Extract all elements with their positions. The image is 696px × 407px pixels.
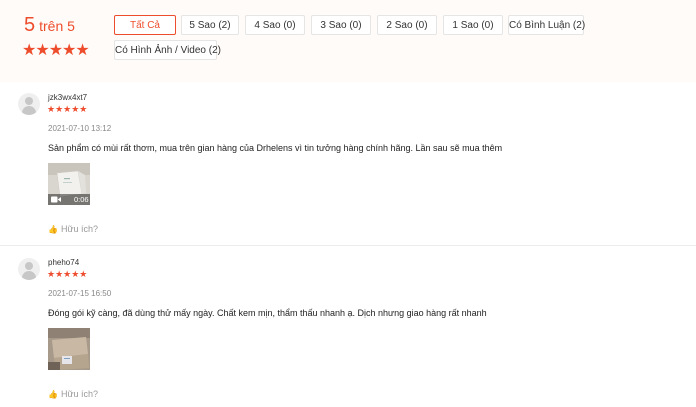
filter-2-stars[interactable]: 2 Sao (0) [377,15,437,35]
filter-with-media[interactable]: Có Hình Ảnh / Video (2) [114,40,221,60]
filter-3-stars[interactable]: 3 Sao (0) [311,15,371,35]
rating-score: 5 trên 5 [24,14,75,37]
filter-1-star[interactable]: 1 Sao (0) [443,15,503,35]
review-timestamp: 2021-07-15 16:50 [48,289,112,298]
video-duration: 0:06 [74,195,89,204]
review-stars: ★★★★★ [47,104,88,114]
video-camera-icon [51,196,61,203]
review-text: Sản phẩm có mùi rất thơm, mua trên gian … [48,143,503,153]
review-text: Đóng gói kỹ càng, đã dùng thử mấy ngày. … [48,308,487,318]
rating-summary-panel: 5 trên 5 ★★★★★ Tất Cả 5 Sao (2) 4 Sao (0)… [0,0,696,82]
thumbs-up-icon: 👍 [48,390,58,399]
helpful-label: Hữu ích? [60,389,99,399]
review-divider [0,245,696,246]
helpful-button[interactable]: 👍 Hữu ích? [48,224,98,234]
filter-4-stars[interactable]: 4 Sao (0) [245,15,305,35]
rating-summary-stars: ★★★★★ [22,42,90,59]
package-photo-icon [48,328,90,370]
review-photo-thumbnail[interactable] [48,328,90,370]
avatar-icon [18,93,40,115]
filter-5-stars[interactable]: 5 Sao (2) [181,15,239,35]
helpful-label: Hữu ích? [60,224,99,234]
thumbs-up-icon: 👍 [48,225,58,234]
review-username: pheho74 [48,258,80,267]
avatar-icon [18,258,40,280]
filter-with-comments[interactable]: Có Bình Luận (2) [508,15,585,35]
rating-score-value: 5 [24,14,36,36]
helpful-button[interactable]: 👍 Hữu ích? [48,389,98,399]
filter-all[interactable]: Tất Cả [114,15,176,35]
review-username: jzk3wx4xt7 [48,93,88,102]
review-video-thumbnail[interactable]: 0:06 [48,163,90,205]
review-timestamp: 2021-07-10 13:12 [48,124,112,133]
rating-score-out-of: trên 5 [39,18,75,34]
review-stars: ★★★★★ [47,269,88,279]
